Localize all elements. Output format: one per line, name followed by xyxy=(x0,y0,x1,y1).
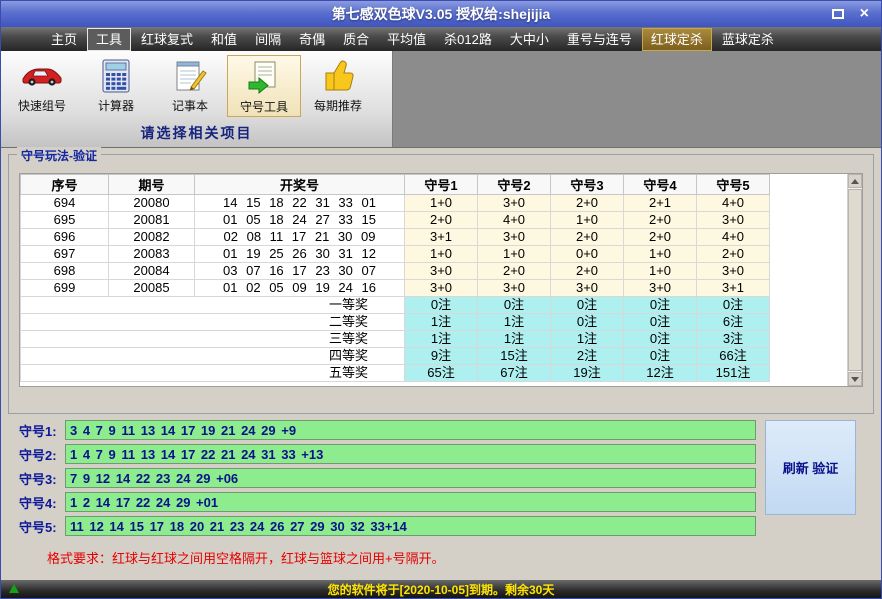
car-icon xyxy=(21,57,63,95)
status-bar: 您的软件将于[2020-10-05]到期。剩余30天 xyxy=(1,580,881,598)
table-row[interactable]: 699 20085 01 02 05 09 19 24 16 3+0 3+0 3… xyxy=(21,280,770,297)
scroll-down-icon xyxy=(851,377,859,382)
title-bar[interactable]: 第七感双色球V3.05 授权给:shejijia × xyxy=(1,1,881,27)
prize-row: 一等奖 0注 0注 0注 0注 0注 xyxy=(21,297,770,314)
notepad-button[interactable]: 记事本 xyxy=(153,55,227,117)
table-row[interactable]: 698 20084 03 07 16 17 23 30 07 3+0 2+0 2… xyxy=(21,263,770,280)
col-header-keep3: 守号3 xyxy=(551,175,624,195)
col-header-seq: 序号 xyxy=(21,175,109,195)
keep-number-row-2: 守号2: xyxy=(19,444,756,464)
menu-item-average[interactable]: 平均值 xyxy=(379,29,434,50)
close-icon[interactable]: × xyxy=(860,6,869,22)
quick-pick-label: 快速组号 xyxy=(18,97,66,114)
menu-item-kill-012[interactable]: 杀012路 xyxy=(436,29,500,50)
keep-number-label-5: 守号5: xyxy=(19,517,65,536)
status-icon xyxy=(9,584,19,593)
vertical-scrollbar[interactable] xyxy=(847,174,862,386)
menu-item-odd-even[interactable]: 奇偶 xyxy=(291,29,333,50)
keep-number-input-2[interactable] xyxy=(65,444,756,464)
scrollbar-thumb[interactable] xyxy=(848,189,862,371)
keep-number-label-3: 守号3: xyxy=(19,469,65,488)
table-row[interactable]: 695 20081 01 05 18 24 27 33 15 2+0 4+0 1… xyxy=(21,212,770,229)
window-title: 第七感双色球V3.05 授权给:shejijia xyxy=(1,4,881,24)
keep-number-label-2: 守号2: xyxy=(19,445,65,464)
scroll-down-button[interactable] xyxy=(848,372,862,386)
keep-number-tool-label: 守号工具 xyxy=(240,98,288,115)
menu-item-red-kill[interactable]: 红球定杀 xyxy=(642,28,712,51)
keep-number-label-4: 守号4: xyxy=(19,493,65,512)
maximize-icon[interactable] xyxy=(832,9,844,19)
col-header-issue: 期号 xyxy=(109,175,195,195)
refresh-verify-button[interactable]: 刷新 验证 xyxy=(765,420,856,515)
results-table-wrap: 序号 期号 开奖号 守号1 守号2 守号3 守号4 守号5 694 xyxy=(19,173,863,387)
col-header-keep2: 守号2 xyxy=(478,175,551,195)
keep-number-row-4: 守号4: xyxy=(19,492,756,512)
format-hint: 格式要求：红球与红球之间用空格隔开，红球与篮球之间用+号隔开。 xyxy=(47,548,445,567)
window-controls: × xyxy=(832,6,881,22)
keep-number-input-5[interactable] xyxy=(65,516,756,536)
toolbar-buttons: 快速组号 xyxy=(1,51,392,117)
notepad-icon xyxy=(173,57,207,95)
toolbar-row: 快速组号 xyxy=(1,51,881,148)
prize-row: 四等奖 9注 15注 2注 0注 66注 xyxy=(21,348,770,365)
recommend-label: 每期推荐 xyxy=(314,97,362,114)
main-panel: 守号玩法-验证 序号 期号 开奖号 守号1 守号2 守号 xyxy=(1,148,881,580)
keep-number-input-1[interactable] xyxy=(65,420,756,440)
thumbs-up-icon xyxy=(320,57,356,95)
table-row[interactable]: 696 20082 02 08 11 17 21 30 09 3+1 3+0 2… xyxy=(21,229,770,246)
prize-row: 五等奖 65注 67注 19注 12注 151注 xyxy=(21,365,770,382)
keep-number-label-1: 守号1: xyxy=(19,421,65,440)
menu-item-blue-kill[interactable]: 蓝球定杀 xyxy=(714,29,782,50)
table-header-row: 序号 期号 开奖号 守号1 守号2 守号3 守号4 守号5 xyxy=(21,175,770,195)
quick-pick-button[interactable]: 快速组号 xyxy=(5,55,79,117)
keep-number-row-3: 守号3: xyxy=(19,468,756,488)
keep-number-tool-icon xyxy=(247,58,281,96)
calculator-icon xyxy=(102,57,130,95)
col-header-keep1: 守号1 xyxy=(405,175,478,195)
col-header-numbers: 开奖号 xyxy=(195,175,405,195)
keep-number-inputs: 守号1: 守号2: 守号3: 守号4: 守号5: xyxy=(19,420,856,536)
menu-item-tools[interactable]: 工具 xyxy=(87,28,131,51)
recommend-button[interactable]: 每期推荐 xyxy=(301,55,375,117)
prize-row: 三等奖 1注 1注 1注 0注 3注 xyxy=(21,331,770,348)
prize-row: 二等奖 1注 1注 0注 0注 6注 xyxy=(21,314,770,331)
keep-number-row-5: 守号5: xyxy=(19,516,756,536)
col-header-keep5: 守号5 xyxy=(697,175,770,195)
menu-item-interval[interactable]: 间隔 xyxy=(247,29,289,50)
table-row[interactable]: 694 20080 14 15 18 22 31 33 01 1+0 3+0 2… xyxy=(21,195,770,212)
scroll-up-button[interactable] xyxy=(848,174,862,188)
menu-bar: 主页 工具 红球复式 和值 间隔 奇偶 质合 平均值 杀012路 大中小 重号与… xyxy=(1,27,881,51)
col-header-keep4: 守号4 xyxy=(624,175,697,195)
menu-item-prime-composite[interactable]: 质合 xyxy=(335,29,377,50)
toolbar-filler xyxy=(393,51,881,147)
keep-number-input-4[interactable] xyxy=(65,492,756,512)
menu-item-home[interactable]: 主页 xyxy=(43,29,85,50)
calculator-label: 计算器 xyxy=(98,97,134,114)
keep-number-groupbox: 守号玩法-验证 序号 期号 开奖号 守号1 守号2 守号 xyxy=(8,154,874,414)
menu-item-red-multiple[interactable]: 红球复式 xyxy=(133,29,201,50)
menu-item-size[interactable]: 大中小 xyxy=(502,29,557,50)
notepad-label: 记事本 xyxy=(172,97,208,114)
toolbar: 快速组号 xyxy=(1,51,393,147)
calculator-button[interactable]: 计算器 xyxy=(79,55,153,117)
groupbox-title: 守号玩法-验证 xyxy=(17,147,101,164)
app-window: 第七感双色球V3.05 授权给:shejijia × 主页 工具 红球复式 和值… xyxy=(0,0,882,599)
toolbar-hint: 请选择相关项目 xyxy=(1,117,392,143)
keep-number-row-1: 守号1: xyxy=(19,420,756,440)
scroll-up-icon xyxy=(851,179,859,184)
keep-number-input-3[interactable] xyxy=(65,468,756,488)
menu-item-sum[interactable]: 和值 xyxy=(203,29,245,50)
status-text: 您的软件将于[2020-10-05]到期。剩余30天 xyxy=(328,581,555,598)
results-table: 序号 期号 开奖号 守号1 守号2 守号3 守号4 守号5 694 xyxy=(20,174,770,382)
table-row[interactable]: 697 20083 01 19 25 26 30 31 12 1+0 1+0 0… xyxy=(21,246,770,263)
keep-number-tool-button[interactable]: 守号工具 xyxy=(227,55,301,117)
menu-item-repeat-consecutive[interactable]: 重号与连号 xyxy=(559,29,640,50)
